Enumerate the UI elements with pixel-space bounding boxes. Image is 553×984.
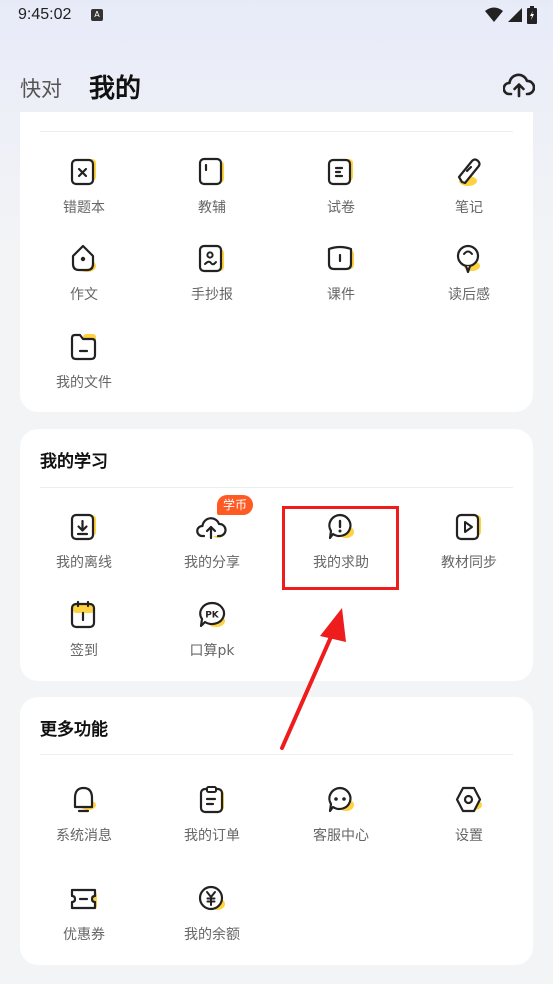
grid-label: 我的文件: [56, 375, 112, 391]
grid-item-reflection[interactable]: 读后感: [405, 244, 533, 304]
grid-label: 我的离线: [56, 555, 112, 571]
battery-icon: [527, 6, 537, 24]
more-title: 更多功能: [40, 720, 108, 740]
grid-label: 签到: [70, 643, 98, 659]
order-clipboard-icon: [199, 786, 224, 814]
grid-item-my-offline[interactable]: 我的离线: [20, 512, 148, 572]
grid-label: 客服中心: [313, 828, 369, 844]
divider: [40, 131, 513, 132]
divider: [40, 487, 513, 488]
customer-service-chat-icon: [328, 786, 354, 813]
wifi-icon: [485, 7, 503, 22]
grid-label: 我的分享: [184, 555, 240, 571]
grid-item-wrong-questions[interactable]: 错题本: [20, 157, 148, 217]
grid-label: 设置: [455, 828, 483, 844]
svg-text:PK: PK: [205, 611, 220, 621]
grid-label: 我的订单: [184, 828, 240, 844]
grid-label: 系统消息: [56, 828, 112, 844]
grid-item-textbook-aid[interactable]: 教辅: [148, 157, 276, 217]
status-time: 9:45:02: [18, 6, 72, 23]
app-notification-icon: A: [91, 9, 103, 21]
grid-item-check-in[interactable]: 签到: [20, 600, 148, 660]
grid-label: 我的余额: [184, 927, 240, 943]
header: 快对 我的: [0, 60, 553, 110]
grid-label: 错题本: [63, 200, 105, 216]
grid-item-essay[interactable]: 作文: [20, 244, 148, 304]
grid-label: 课件: [327, 287, 355, 303]
grid-label: 读后感: [448, 287, 490, 303]
grid-label: 手抄报: [191, 287, 233, 303]
grid-label: 优惠券: [63, 927, 105, 943]
study-title: 我的学习: [40, 452, 108, 472]
grid-label: 口算pk: [189, 643, 235, 659]
grid-label: 教材同步: [441, 555, 497, 571]
highlight-box: [282, 506, 399, 590]
grid-item-notes[interactable]: 笔记: [405, 157, 533, 217]
pk-icon: PK: [199, 601, 226, 628]
signal-icon: [508, 8, 522, 22]
reflection-icon: [456, 244, 480, 274]
courseware-icon: [327, 245, 354, 271]
balance-yen-icon: [198, 885, 225, 911]
wrong-questions-icon: [70, 158, 96, 186]
essay-icon: [71, 244, 96, 272]
exam-paper-icon: [327, 158, 353, 186]
grid-item-coupons[interactable]: 优惠券: [20, 884, 148, 944]
grid-item-textbook-sync[interactable]: 教材同步: [405, 512, 533, 572]
tab-kuaidui[interactable]: 快对: [20, 73, 62, 103]
grid-label: 试卷: [327, 200, 355, 216]
grid-item-math-pk[interactable]: PK 口算pk: [148, 600, 276, 660]
grid-item-exam-paper[interactable]: 试卷: [277, 157, 405, 217]
notes-icon: [457, 158, 481, 186]
coupon-icon: [70, 888, 97, 910]
coin-badge: 学币: [217, 495, 254, 515]
folder-icon: [70, 333, 97, 361]
grid-label: 教辅: [198, 200, 226, 216]
grid-item-system-messages[interactable]: 系统消息: [20, 785, 148, 845]
grid-item-customer-service[interactable]: 客服中心: [277, 785, 405, 845]
grid-item-settings[interactable]: 设置: [405, 785, 533, 845]
grid-label: 笔记: [455, 200, 483, 216]
share-cloud-icon: [196, 517, 227, 540]
offline-download-icon: [70, 513, 96, 541]
textbook-aid-icon: [198, 157, 224, 186]
settings-hexagon-icon: [455, 786, 482, 813]
grid-item-my-share[interactable]: 我的分享: [148, 512, 276, 572]
handwritten-poster-icon: [198, 244, 224, 273]
pointer-arrow-icon: [280, 608, 346, 750]
tab-wode[interactable]: 我的: [89, 68, 141, 105]
status-bar: 9:45:02 A: [0, 0, 553, 32]
grid-item-my-balance[interactable]: 我的余额: [148, 884, 276, 944]
textbook-sync-icon: [455, 513, 481, 541]
grid-item-handwritten-poster[interactable]: 手抄报: [148, 244, 276, 304]
status-icons: [485, 6, 537, 24]
grid-item-my-files[interactable]: 我的文件: [20, 332, 148, 392]
bell-icon: [73, 786, 96, 813]
grid-label: 作文: [70, 287, 98, 303]
cloud-upload-icon[interactable]: [503, 72, 535, 98]
grid-item-my-orders[interactable]: 我的订单: [148, 785, 276, 845]
check-in-icon: [70, 600, 96, 629]
grid-item-courseware[interactable]: 课件: [277, 244, 405, 304]
